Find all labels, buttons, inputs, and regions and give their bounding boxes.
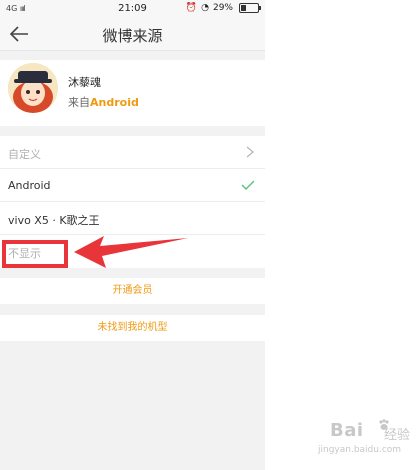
list-item-label: Android bbox=[8, 179, 51, 192]
alarm-icon: ⏰ bbox=[185, 3, 198, 13]
list-item-android[interactable]: Android bbox=[0, 169, 265, 202]
list-item-vivo[interactable]: vivo X5 · K歌之王 bbox=[0, 202, 265, 235]
watermark-url: jingyan.baidu.com bbox=[318, 445, 402, 455]
model-not-found-button[interactable]: 未找到我的机型 bbox=[0, 315, 265, 341]
nav-header: 微博来源 bbox=[0, 18, 265, 51]
status-right: ⏰ ◔ 29% bbox=[185, 3, 261, 13]
battery-icon bbox=[239, 3, 261, 13]
list-item-label: vivo X5 · K歌之王 bbox=[8, 214, 100, 227]
profile-name: 沐藜魂 bbox=[68, 76, 101, 89]
open-membership-button[interactable]: 开通会员 bbox=[0, 278, 265, 304]
list-item-custom[interactable]: 自定义 bbox=[0, 136, 265, 169]
source-brand: Android bbox=[90, 96, 139, 109]
profile-card: 沐藜魂 来自Android bbox=[0, 60, 265, 126]
annotation-arrow-icon bbox=[74, 236, 188, 268]
avatar[interactable] bbox=[8, 63, 58, 113]
chevron-right-icon bbox=[246, 146, 254, 158]
avatar-illustration bbox=[8, 63, 58, 113]
profile-source: 来自Android bbox=[68, 94, 139, 110]
check-icon bbox=[241, 180, 255, 190]
baidu-jingyan-watermark: Bai 经验 jingyan.baidu.com bbox=[290, 418, 410, 458]
watermark-suffix: 经验 bbox=[384, 428, 411, 443]
source-prefix: 来自 bbox=[68, 96, 90, 109]
battery-percent: 29% bbox=[212, 3, 233, 13]
wifi-icon: ◔ bbox=[201, 3, 209, 13]
annotation-highlight-box bbox=[2, 240, 68, 268]
watermark-logo: Bai bbox=[330, 420, 364, 441]
phone-screen: 4G ıııl 21:09 ⏰ ◔ 29% 微博来源 沐藜魂 来自Android… bbox=[0, 0, 265, 470]
status-bar: 4G ıııl 21:09 ⏰ ◔ 29% bbox=[0, 0, 265, 18]
page-title: 微博来源 bbox=[102, 27, 163, 45]
list-item-label: 自定义 bbox=[8, 148, 41, 161]
